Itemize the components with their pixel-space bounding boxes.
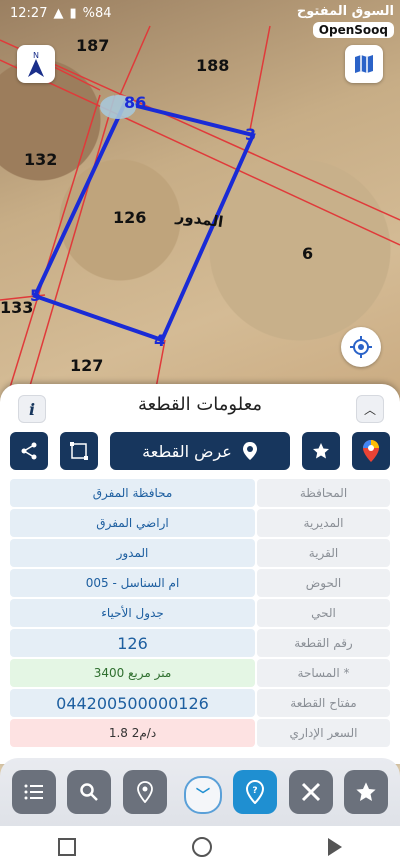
boundary-button[interactable] xyxy=(60,432,98,470)
detail-row-basin: ام السناسل - 005 الحوض xyxy=(10,569,390,597)
detail-row-admin-price: 1.8 د/م2 السعر الإداري xyxy=(10,719,390,747)
svg-text:N: N xyxy=(33,51,39,60)
vertex-label-86: 86 xyxy=(124,93,147,112)
basin-label: الحوض xyxy=(257,569,390,597)
share-icon xyxy=(21,442,37,460)
svg-text:?: ? xyxy=(252,786,257,796)
bottom-toolbar: ﹀ ? xyxy=(0,758,400,826)
neighborhood-label: الحي xyxy=(257,599,390,627)
share-button[interactable] xyxy=(10,432,48,470)
brand-arabic: السوق المفتوح xyxy=(296,4,394,19)
show-parcel-label: عرض القطعة xyxy=(142,441,232,461)
recents-button[interactable] xyxy=(58,837,76,856)
parcel-number-label: رقم القطعة xyxy=(257,629,390,657)
battery-level: %84 xyxy=(82,5,112,21)
action-row: عرض القطعة xyxy=(0,432,400,472)
parcel-label-188: 188 xyxy=(196,56,230,75)
help-pin-button[interactable]: ? xyxy=(233,770,277,814)
show-parcel-button[interactable]: عرض القطعة xyxy=(110,432,290,470)
basin-value: ام السناسل - 005 xyxy=(10,569,255,597)
favorites-list-button[interactable] xyxy=(344,770,388,814)
pin-location-button[interactable] xyxy=(123,770,167,814)
list-button[interactable] xyxy=(12,770,56,814)
detail-row-directorate: اراضي المفرق المديرية xyxy=(10,509,390,537)
wifi-icon: ▲ xyxy=(53,5,64,21)
ruler-pencil-icon xyxy=(301,782,321,802)
detail-row-area: 3400 متر مربع المساحة * xyxy=(10,659,390,687)
back-button[interactable] xyxy=(328,837,342,856)
parcel-label-132: 132 xyxy=(24,150,58,169)
compass-icon: N xyxy=(28,51,44,77)
detail-row-parcel-key: 044200500000126 مفتاح القطعة xyxy=(10,689,390,717)
map-layers-button[interactable] xyxy=(345,45,383,83)
detail-row-governorate: محافظة المفرق المحافظة xyxy=(10,479,390,507)
status-time: 12:27 xyxy=(10,5,48,21)
village-value: المدور xyxy=(10,539,255,567)
list-icon xyxy=(24,784,43,800)
parcel-label-127: 127 xyxy=(70,356,104,375)
parcel-info-panel: i معلومات القطعة ︿ عرض القطعة محافظة الم… xyxy=(0,384,400,764)
search-button[interactable] xyxy=(67,770,111,814)
location-pin-icon xyxy=(242,442,257,460)
google-maps-button[interactable] xyxy=(352,432,390,470)
satellite-map[interactable]: 187 188 132 126 6 133 127 المدور 86 3 4 … xyxy=(0,0,400,420)
admin-price-label: السعر الإداري xyxy=(257,719,390,747)
parcel-number-value: 126 xyxy=(10,629,255,657)
chevron-up-icon: ︿ xyxy=(363,402,376,417)
pin-plus-icon xyxy=(137,781,153,803)
area-value: 3400 متر مربع xyxy=(10,659,255,687)
measure-tool-button[interactable] xyxy=(289,770,333,814)
parcel-details: محافظة المفرق المحافظة اراضي المفرق المد… xyxy=(10,479,390,749)
parcel-label-133: 133 xyxy=(0,298,34,317)
google-maps-icon xyxy=(363,440,379,462)
locate-me-button[interactable] xyxy=(341,327,381,367)
detail-row-village: المدور القرية xyxy=(10,539,390,567)
panel-header: i معلومات القطعة ︿ xyxy=(0,384,400,430)
home-button[interactable] xyxy=(192,836,212,857)
governorate-label: المحافظة xyxy=(257,479,390,507)
polygon-icon xyxy=(70,442,88,460)
location-question-icon: ? xyxy=(245,780,265,804)
parcel-key-value: 044200500000126 xyxy=(10,689,255,717)
brand-english: OpenSooq xyxy=(312,22,394,38)
brand-logo: السوق المفتوح OpenSooq xyxy=(297,4,394,38)
vertex-label-4: 4 xyxy=(154,331,166,350)
vertex-label-5: 5 xyxy=(30,286,42,305)
map-icon xyxy=(355,55,373,73)
parcel-label-187: 187 xyxy=(76,36,110,55)
parcel-label-126: 126 xyxy=(113,208,147,227)
directorate-label: المديرية xyxy=(257,509,390,537)
expand-toggle[interactable]: ﹀ xyxy=(184,776,222,814)
favorite-button[interactable] xyxy=(302,432,340,470)
detail-row-parcel-number: 126 رقم القطعة xyxy=(10,629,390,657)
search-icon xyxy=(80,783,98,801)
village-label: القرية xyxy=(257,539,390,567)
detail-row-neighborhood: جدول الأحياء الحي xyxy=(10,599,390,627)
governorate-value: محافظة المفرق xyxy=(10,479,255,507)
neighborhood-value: جدول الأحياء xyxy=(10,599,255,627)
panel-title: معلومات القطعة xyxy=(137,394,263,415)
system-navigation-bar xyxy=(0,826,400,867)
locate-icon xyxy=(350,336,372,358)
star-icon xyxy=(313,443,329,459)
compass-button[interactable]: N xyxy=(17,45,55,83)
chevron-down-icon: ﹀ xyxy=(196,788,210,804)
parcel-key-label: مفتاح القطعة xyxy=(257,689,390,717)
admin-price-value: 1.8 د/م2 xyxy=(10,719,255,747)
vertex-label-3: 3 xyxy=(245,125,257,144)
area-label: المساحة * xyxy=(257,659,390,687)
collapse-button[interactable]: ︿ xyxy=(356,395,384,423)
directorate-value: اراضي المفرق xyxy=(10,509,255,537)
signal-icon: ▮ xyxy=(69,5,77,21)
star-icon xyxy=(356,782,376,801)
parcel-label-6: 6 xyxy=(302,244,314,263)
